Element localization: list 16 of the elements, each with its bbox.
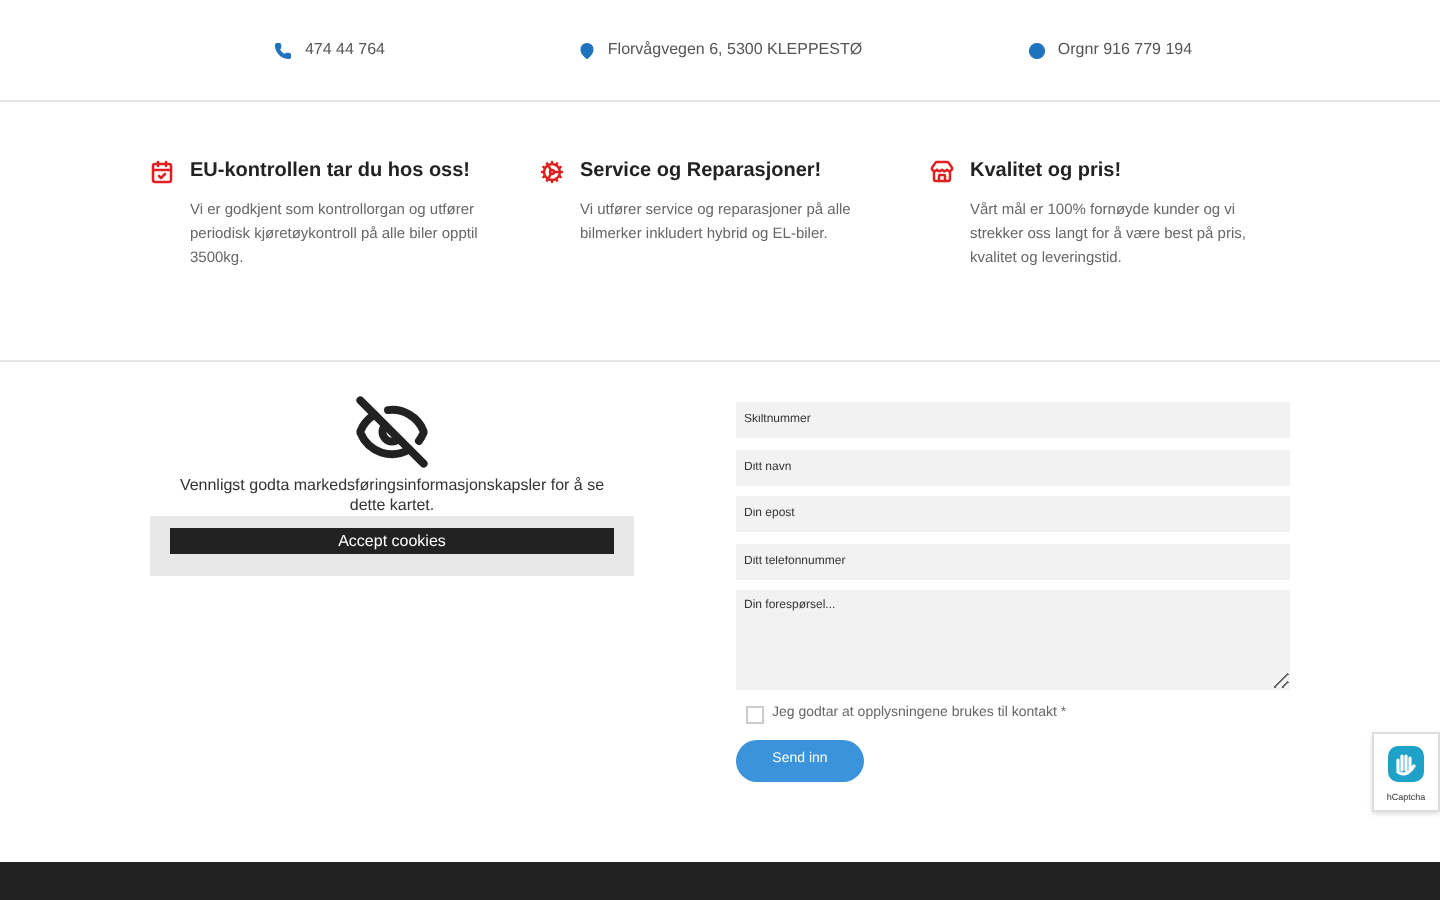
cookie-message: Vennligst godta markedsføringsinformasjonskapsler for å se dette kartet. <box>177 476 607 516</box>
store-icon <box>930 159 954 183</box>
accept-cookies-button[interactable]: Accept cookies <box>170 528 614 554</box>
consent-checkbox[interactable] <box>746 705 764 724</box>
eye-off-icon <box>354 394 430 470</box>
feature-title: Kvalitet og pris! <box>970 158 1122 186</box>
hand-icon <box>1382 740 1430 788</box>
feature-title: Service og Reparasjoner! <box>580 158 822 186</box>
calendar-check-icon <box>150 159 174 183</box>
phone-icon <box>274 41 293 59</box>
gear-icon <box>540 159 564 183</box>
feature-title: EU-kontrollen tar du hos oss! <box>190 158 471 186</box>
contact-text: 474 44 764 <box>304 38 386 62</box>
contact-text: Orgnr 916 779 194 <box>1057 38 1193 62</box>
map-pin-icon <box>577 41 596 59</box>
contact-text: Florvågvegen 6, 5300 KLEPPESTØ <box>607 38 863 62</box>
